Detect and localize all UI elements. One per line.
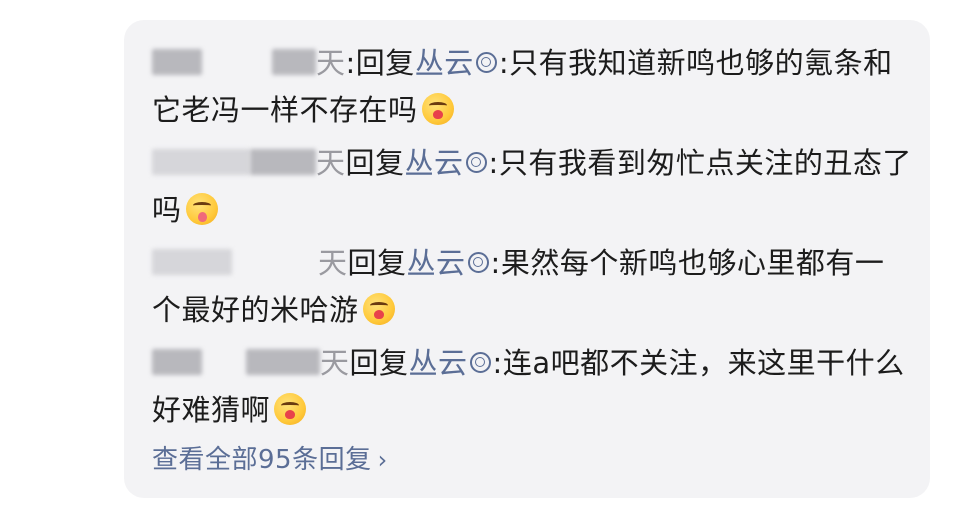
reply-item[interactable]: 天回复丛云:只有我看到匆忙点关注的丑态了吗 (152, 140, 912, 234)
chevron-right-icon: › (377, 446, 388, 474)
blurred-username (250, 149, 316, 175)
reply-label: 回复 (349, 346, 409, 380)
reply-item[interactable]: 天回复丛云:连a吧都不关注，来这里干什么好难猜啊 (152, 340, 912, 434)
reply-target-username[interactable]: 丛云 (407, 246, 466, 280)
blurred-username (246, 349, 320, 375)
user-badge-icon (465, 151, 487, 173)
username-suffix[interactable]: 天 (318, 246, 348, 280)
reply-item[interactable]: 天回复丛云:果然每个新鸣也够心里都有一个最好的米哈游 (152, 240, 912, 334)
laughing-face-icon (362, 293, 395, 325)
laughing-face-icon (274, 393, 307, 425)
view-all-label: 查看全部95条回复 (152, 445, 372, 475)
reply-label: :回复 (345, 46, 415, 80)
reply-target-username[interactable]: 丛云 (415, 46, 474, 80)
blurred-username (272, 49, 316, 75)
user-badge-icon (467, 251, 489, 273)
laughing-face-icon (421, 93, 454, 125)
blurred-username (152, 349, 202, 375)
blurred-username (152, 249, 232, 275)
username-suffix[interactable]: 天 (320, 346, 350, 380)
username-suffix[interactable]: 天 (316, 146, 346, 180)
reply-text: :果然每个新鸣也够心里都有一个最好的米哈游 (152, 246, 885, 327)
user-badge-icon (475, 51, 497, 73)
reply-text: :只有我知道新鸣也够的氪条和它老冯一样不存在吗 (152, 46, 893, 127)
reply-item[interactable]: 天:回复丛云:只有我知道新鸣也够的氪条和它老冯一样不存在吗 (152, 40, 912, 134)
reply-target-username[interactable]: 丛云 (409, 346, 468, 380)
reply-label: 回复 (347, 246, 407, 280)
reply-target-username[interactable]: 丛云 (405, 146, 464, 180)
blurred-username (152, 149, 250, 175)
reply-label: 回复 (345, 146, 405, 180)
tongue-face-icon (185, 193, 218, 225)
view-all-replies-link[interactable]: 查看全部95条回复 › (152, 440, 388, 480)
blurred-username (152, 49, 202, 75)
user-badge-icon (469, 351, 491, 373)
username-suffix[interactable]: 天 (316, 46, 346, 80)
